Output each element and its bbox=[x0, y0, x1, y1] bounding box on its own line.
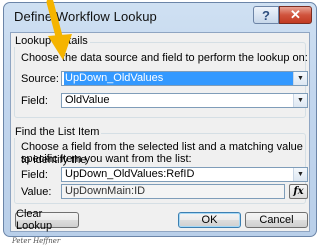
source-label: Source: bbox=[21, 73, 59, 85]
field-value: OldValue bbox=[65, 94, 110, 106]
pointer-arrow-icon bbox=[46, 0, 72, 60]
dialog-title: Define Workflow Lookup bbox=[14, 9, 157, 24]
field-dropdown[interactable]: OldValue ▼ bbox=[61, 93, 308, 108]
signature: Peter Heffner bbox=[12, 237, 61, 245]
close-icon: ✕ bbox=[290, 7, 301, 22]
value-label: Value: bbox=[21, 186, 52, 198]
ok-button[interactable]: OK bbox=[178, 212, 241, 228]
function-icon: fx bbox=[293, 186, 304, 197]
chevron-down-icon[interactable]: ▼ bbox=[293, 72, 307, 85]
source-dropdown[interactable]: UpDown_OldValues ▼ bbox=[61, 71, 308, 86]
source-value: UpDown_OldValues bbox=[64, 72, 293, 85]
ok-label: OK bbox=[201, 214, 218, 226]
value-text: UpDownMain:ID bbox=[65, 185, 146, 197]
formula-button[interactable]: fx bbox=[289, 184, 308, 199]
help-icon: ? bbox=[262, 7, 270, 23]
clear-lookup-button[interactable]: Clear Lookup bbox=[15, 208, 79, 232]
help-button[interactable]: ? bbox=[253, 6, 279, 24]
find-list-item-legend: Find the List Item bbox=[13, 126, 102, 138]
chevron-down-icon[interactable]: ▼ bbox=[293, 168, 307, 181]
chevron-down-icon[interactable]: ▼ bbox=[293, 94, 307, 107]
cancel-button[interactable]: Cancel bbox=[245, 212, 308, 228]
find-instructions-line2: specific item you want from the list: bbox=[21, 153, 192, 165]
match-field-label: Field: bbox=[21, 169, 48, 181]
field-label: Field: bbox=[21, 95, 48, 107]
match-field-dropdown[interactable]: UpDown_OldValues:RefID ▼ bbox=[61, 167, 308, 182]
clear-lookup-label: Clear Lookup bbox=[16, 208, 53, 232]
value-field[interactable]: UpDownMain:ID bbox=[61, 184, 285, 199]
cancel-label: Cancel bbox=[259, 214, 294, 226]
close-button[interactable]: ✕ bbox=[279, 6, 312, 24]
match-field-value: UpDown_OldValues:RefID bbox=[65, 168, 195, 180]
